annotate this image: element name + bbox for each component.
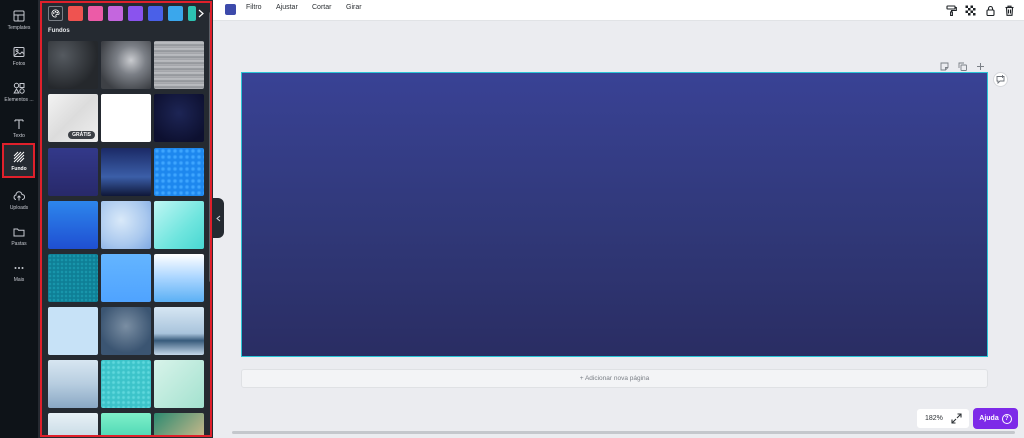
top-toolbar: Filtro Ajustar Cortar Girar (213, 0, 1024, 21)
help-button[interactable]: Ajuda ? (973, 408, 1018, 429)
color-swatch[interactable] (68, 6, 83, 21)
design-page[interactable] (241, 72, 988, 357)
background-thumbnail[interactable] (154, 254, 204, 302)
background-thumbnail[interactable] (48, 254, 98, 302)
background-thumbnail[interactable] (101, 148, 151, 196)
sidebar-item-label: Fotos (12, 60, 26, 67)
background-thumbnail[interactable] (101, 94, 151, 142)
lock-button[interactable] (985, 3, 996, 17)
background-thumbnail[interactable] (154, 94, 204, 142)
help-label: Ajuda (979, 415, 999, 422)
crop-button[interactable]: Cortar (312, 4, 331, 11)
filter-button[interactable]: Filtro (246, 4, 262, 11)
color-swatch[interactable] (108, 6, 123, 21)
background-thumbnail[interactable] (154, 41, 204, 89)
rotate-button[interactable]: Girar (346, 4, 362, 11)
collapse-panel-button[interactable] (213, 198, 224, 238)
template-icon (13, 10, 25, 21)
transparency-button[interactable] (965, 3, 976, 16)
section-title: Fundos (48, 28, 70, 34)
background-color-button[interactable] (225, 4, 236, 15)
next-colors-button[interactable] (195, 6, 207, 21)
background-thumbnail[interactable] (48, 360, 98, 408)
background-thumbnail[interactable] (101, 413, 151, 437)
fullscreen-button[interactable] (951, 413, 962, 424)
copy-icon (958, 62, 967, 71)
left-rail: Templates Fotos Elementos ... Texto Fund… (0, 0, 38, 438)
background-thumbnail[interactable] (48, 41, 98, 89)
expand-icon (951, 413, 962, 424)
color-picker-button[interactable] (48, 6, 63, 21)
paint-roller-icon (946, 5, 957, 17)
checkerboard-icon (965, 5, 976, 16)
background-thumbnail[interactable] (101, 360, 151, 408)
trash-icon (1005, 5, 1014, 16)
background-thumbnail[interactable] (154, 148, 204, 196)
question-icon: ? (1001, 413, 1012, 424)
background-thumbnail[interactable] (154, 413, 204, 437)
sidebar-item-label: Templates (7, 24, 31, 31)
background-icon (13, 151, 25, 162)
background-thumbnail[interactable] (154, 307, 204, 355)
color-swatch[interactable] (168, 6, 183, 21)
background-thumbnail[interactable] (101, 41, 151, 89)
background-thumbnail[interactable] (101, 307, 151, 355)
free-badge: GRÁTIS (68, 131, 95, 139)
sidebar-item-background[interactable]: Fundo (0, 143, 38, 179)
adjust-button[interactable]: Ajustar (276, 4, 298, 11)
sidebar-item-label: Elementos ... (4, 96, 34, 103)
sidebar-item-folders[interactable]: Pastas (0, 218, 38, 254)
color-swatch[interactable] (128, 6, 143, 21)
sidebar-item-more[interactable]: Mais (0, 254, 38, 290)
sidebar-item-label: Pastas (11, 240, 27, 247)
background-thumbnail[interactable] (101, 201, 151, 249)
background-thumbnail[interactable]: GRÁTIS (48, 94, 98, 142)
horizontal-scrollbar[interactable] (232, 431, 1015, 434)
sidebar-item-uploads[interactable]: Uploads (0, 182, 38, 218)
sidebar-item-label: Texto (13, 132, 25, 139)
palette-icon (51, 9, 60, 18)
add-note-button[interactable] (940, 58, 949, 71)
background-thumbnail[interactable] (48, 201, 98, 249)
background-thumbnail[interactable] (154, 360, 204, 408)
add-page-plus-button[interactable] (976, 58, 985, 70)
more-icon (14, 266, 24, 269)
sidebar-item-label: Uploads (9, 204, 29, 211)
add-comment-button[interactable] (993, 72, 1008, 87)
photo-icon (13, 46, 25, 57)
color-swatch[interactable] (88, 6, 103, 21)
background-thumbnail[interactable] (48, 307, 98, 355)
paint-roller-button[interactable] (946, 3, 957, 17)
comment-icon (996, 75, 1005, 84)
note-icon (940, 62, 949, 71)
upload-icon (13, 190, 25, 200)
color-swatch[interactable] (148, 6, 163, 21)
duplicate-page-button[interactable] (958, 58, 967, 71)
background-thumbnail[interactable] (101, 254, 151, 302)
add-new-page-button[interactable]: + Adicionar nova página (241, 369, 988, 388)
delete-button[interactable] (1004, 3, 1015, 16)
background-thumbnail[interactable] (48, 148, 98, 196)
panel-scrollbar[interactable] (209, 12, 212, 282)
plus-icon (977, 63, 984, 70)
chevron-left-icon (216, 215, 221, 221)
sidebar-item-label: Mais (13, 276, 25, 283)
sidebar-item-elements[interactable]: Elementos ... (0, 74, 38, 110)
sidebar-item-photos[interactable]: Fotos (0, 38, 38, 74)
zoom-level[interactable]: 182% (925, 415, 943, 422)
lock-icon (986, 5, 995, 17)
chevron-right-icon (198, 9, 204, 18)
elements-icon (13, 82, 25, 94)
background-thumbnail[interactable] (154, 201, 204, 249)
sidebar-item-text[interactable]: Texto (0, 110, 38, 146)
background-thumbnail[interactable] (48, 413, 98, 437)
text-icon (14, 118, 24, 129)
folder-icon (13, 228, 25, 236)
sidebar-item-label: Fundo (11, 165, 27, 172)
zoom-control: 182% (917, 409, 969, 428)
sidebar-item-templates[interactable]: Templates (0, 2, 38, 38)
